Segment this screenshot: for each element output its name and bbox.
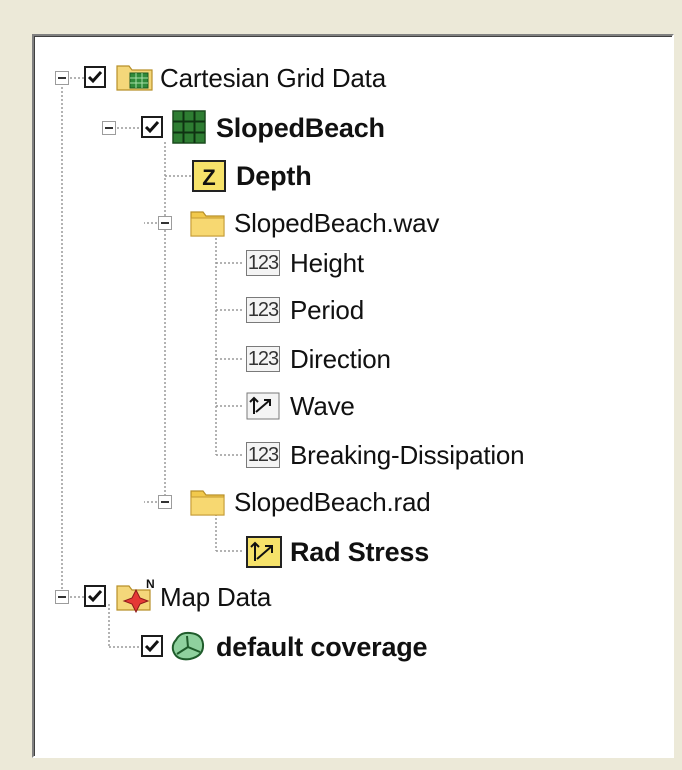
coverage-icon <box>171 631 205 661</box>
vector-dataset-icon <box>246 392 280 420</box>
map-data-icon: N <box>116 577 155 614</box>
scalar-dataset-icon: 123 <box>246 346 280 372</box>
folder-grid-icon <box>116 65 153 91</box>
node-label-default-coverage[interactable]: default coverage <box>216 627 428 667</box>
folder-icon <box>190 490 225 516</box>
node-label-depth[interactable]: Depth <box>236 156 312 196</box>
node-label-direction[interactable]: Direction <box>290 339 391 379</box>
node-label-slopedbeach-wav[interactable]: SlopedBeach.wav <box>234 203 439 243</box>
node-label-cartesian-grid-data[interactable]: Cartesian Grid Data <box>160 58 386 98</box>
node-label-period[interactable]: Period <box>290 290 364 330</box>
checkbox-default-coverage[interactable] <box>141 635 163 657</box>
collapse-toggle-cartesian[interactable] <box>55 71 69 85</box>
node-label-wave[interactable]: Wave <box>290 386 355 426</box>
grid-icon <box>172 110 206 144</box>
collapse-toggle-slopedbeach[interactable] <box>102 121 116 135</box>
scalar-dataset-icon: 123 <box>246 250 280 276</box>
svg-text:Z: Z <box>202 165 215 190</box>
folder-icon <box>190 211 225 237</box>
collapse-toggle-map-data[interactable] <box>55 590 69 604</box>
checkmark-icon <box>144 121 160 134</box>
scalar-dataset-icon: 123 <box>246 442 280 468</box>
checkbox-slopedbeach[interactable] <box>141 116 163 138</box>
collapse-toggle-wav[interactable] <box>158 216 172 230</box>
project-explorer-tree[interactable]: Cartesian Grid Data SlopedBeach Z Depth … <box>32 34 674 758</box>
svg-text:N: N <box>146 577 155 591</box>
scalar-dataset-icon: 123 <box>246 297 280 323</box>
checkbox-map-data[interactable] <box>84 585 106 607</box>
vector-dataset-active-icon <box>246 536 282 568</box>
checkmark-icon <box>144 640 160 653</box>
node-label-breaking-dissipation[interactable]: Breaking-Dissipation <box>290 435 525 475</box>
z-dataset-icon: Z <box>192 160 226 192</box>
node-label-slopedbeach[interactable]: SlopedBeach <box>216 108 385 148</box>
tree-panel: Cartesian Grid Data SlopedBeach Z Depth … <box>8 8 674 760</box>
collapse-toggle-rad[interactable] <box>158 495 172 509</box>
checkbox-cartesian-grid-data[interactable] <box>84 66 106 88</box>
node-label-rad-stress[interactable]: Rad Stress <box>290 532 429 572</box>
checkmark-icon <box>87 71 103 84</box>
node-label-height[interactable]: Height <box>290 243 364 283</box>
node-label-map-data[interactable]: Map Data <box>160 577 271 617</box>
node-label-slopedbeach-rad[interactable]: SlopedBeach.rad <box>234 482 431 522</box>
checkmark-icon <box>87 590 103 603</box>
